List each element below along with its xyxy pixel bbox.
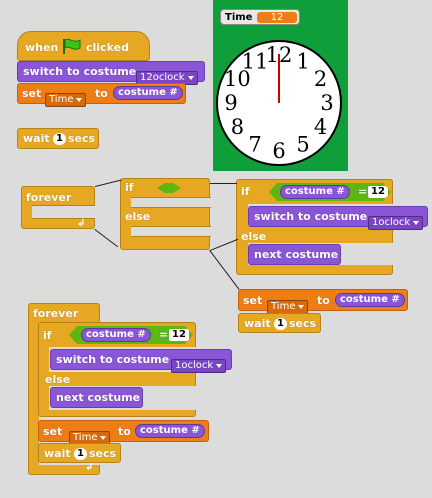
if-else-block-2[interactable]: if else [120, 178, 211, 250]
switch-costume-block[interactable]: switch to costume 12oclock [17, 61, 205, 85]
set-variable-block[interactable]: set Time to costume # [17, 83, 186, 107]
forever-label: forever [26, 191, 72, 204]
else-label: else [125, 210, 151, 223]
set-variable-block-2[interactable]: set Time to costume # [238, 289, 408, 314]
clock-number-6: 6 [272, 139, 285, 163]
wait-label: wait [244, 317, 271, 330]
clock-number-5: 5 [296, 133, 309, 157]
green-flag-icon [63, 38, 81, 54]
wait-secs-block[interactable]: wait 1 secs [17, 128, 99, 149]
next-costume-label: next costume [254, 248, 339, 261]
empty-boolean-slot[interactable] [157, 183, 181, 193]
else-label: else [45, 373, 71, 386]
switch-costume-block-2[interactable]: switch to costume 1oclock [248, 206, 428, 230]
wait-seconds-input[interactable]: 1 [53, 133, 66, 145]
clock-number-2: 2 [314, 67, 327, 91]
to-label: to [317, 294, 330, 307]
monitor-name: Time [225, 12, 253, 23]
switch-costume-label: switch to costume [56, 353, 170, 366]
set-label: set [43, 425, 63, 438]
clock-number-1: 1 [296, 49, 309, 73]
if-label: if [125, 181, 134, 194]
return-arrow-icon: ↲ [85, 462, 94, 473]
costume-number-reporter[interactable]: costume # [81, 328, 151, 342]
wait-secs-block-3[interactable]: wait 1 secs [38, 443, 121, 463]
secs-label: secs [289, 317, 317, 330]
forever-label: forever [33, 307, 79, 320]
if2-label: if [241, 185, 250, 198]
stage[interactable]: Time 12 12 1 2 3 4 5 6 7 8 9 10 11 [213, 0, 348, 171]
wait-label: wait [23, 132, 50, 145]
clock-number-9: 9 [224, 91, 237, 115]
variable-dropdown[interactable]: Time [267, 300, 309, 314]
variable-dropdown[interactable]: Time [45, 93, 87, 107]
monitor-value: 12 [257, 12, 297, 23]
costume-dropdown[interactable]: 1oclock [171, 359, 227, 373]
clock-number-11: 11 [242, 49, 269, 73]
return-arrow-icon: ↲ [77, 218, 86, 229]
switch-costume-block-3[interactable]: switch to costume 1oclock [50, 349, 232, 373]
switch-costume-label: switch to costume [254, 210, 368, 223]
set-label: set [243, 294, 263, 307]
equals-sign: = [159, 328, 169, 341]
when-flag-clicked-hat[interactable]: when clicked [17, 31, 150, 61]
equals-value-input[interactable]: 12 [169, 329, 189, 341]
time-variable-monitor: Time 12 [220, 9, 300, 25]
equals-operator[interactable]: costume # = 12 [69, 326, 193, 344]
costume-number-reporter[interactable]: costume # [135, 424, 205, 438]
next-costume-block-3[interactable]: next costume [50, 387, 143, 408]
clock-number-4: 4 [314, 115, 327, 139]
equals-operator[interactable]: costume # = 12 [269, 183, 391, 201]
costume-number-reporter[interactable]: costume # [335, 293, 405, 307]
wait-secs-block-2[interactable]: wait 1 secs [238, 313, 321, 333]
clock-number-8: 8 [231, 115, 244, 139]
clock-number-3: 3 [320, 91, 333, 115]
forever-block-2[interactable]: forever ↲ [21, 186, 95, 229]
set-label: set [22, 87, 42, 100]
wait-label: wait [44, 447, 71, 460]
if-label: if [43, 329, 52, 342]
clock-face: 12 1234567891011 [216, 40, 342, 166]
equals-value-input[interactable]: 12 [368, 186, 388, 198]
to-label: to [118, 425, 131, 438]
wait-seconds-input[interactable]: 1 [74, 448, 87, 460]
connector-line [209, 250, 240, 290]
secs-label: secs [68, 132, 96, 145]
switch-costume-label: switch to costume [23, 65, 137, 78]
else2-label: else [241, 230, 267, 243]
equals-sign: = [358, 185, 368, 198]
hat-when-label: when [25, 41, 59, 54]
connector-line [210, 183, 237, 184]
secs-label: secs [89, 447, 117, 460]
set-variable-block-3[interactable]: set Time to costume # [38, 420, 209, 445]
connector-line [94, 229, 119, 248]
hat-clicked-label: clicked [86, 41, 129, 54]
clock-number-7: 7 [248, 133, 261, 157]
connector-line [95, 179, 122, 187]
next-costume-label: next costume [56, 391, 141, 404]
costume-number-reporter[interactable]: costume # [113, 86, 183, 100]
to-label: to [95, 87, 108, 100]
costume-number-reporter[interactable]: costume # [280, 185, 350, 199]
connector-line [210, 238, 239, 251]
costume-dropdown[interactable]: 1oclock [368, 216, 424, 230]
clock-number-12: 12 [266, 43, 293, 67]
next-costume-block-2[interactable]: next costume [248, 244, 341, 265]
wait-seconds-input[interactable]: 1 [274, 318, 287, 330]
